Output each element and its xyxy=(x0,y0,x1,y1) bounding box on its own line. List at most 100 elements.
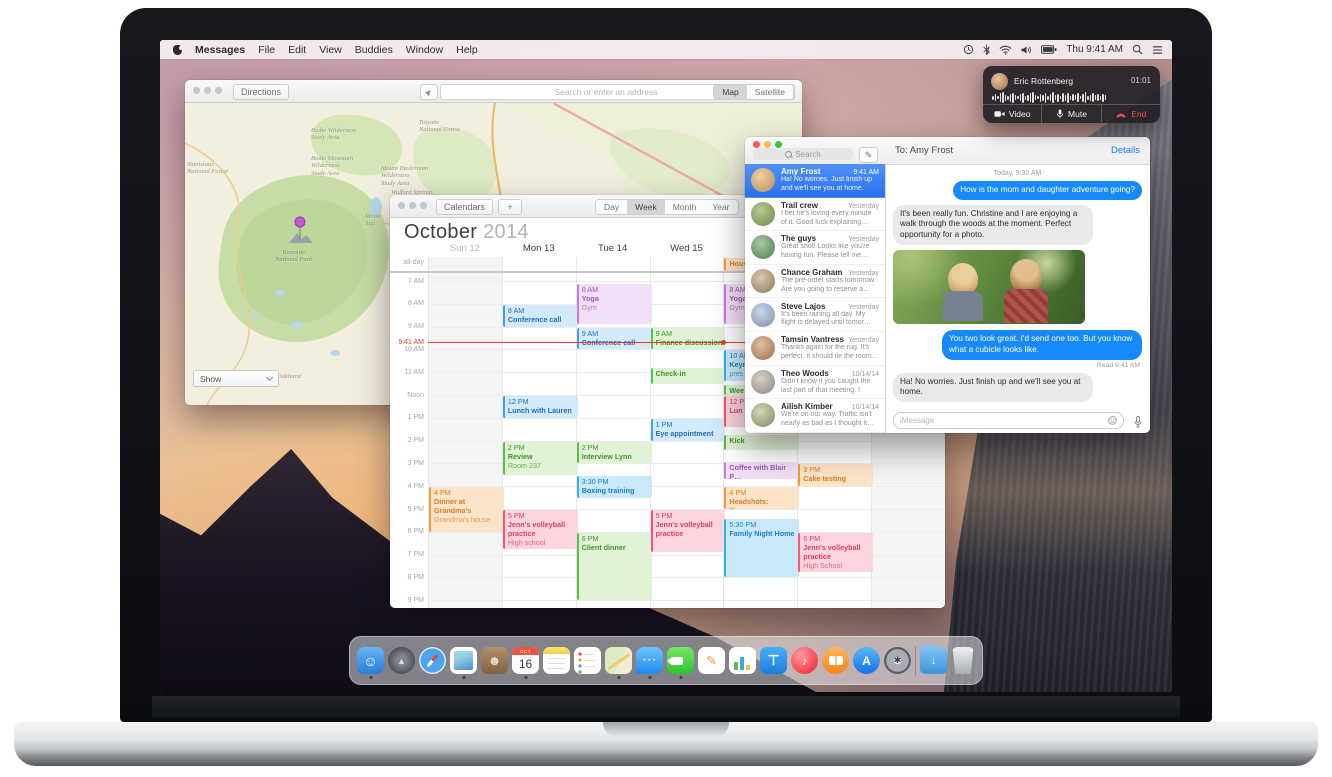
dock-icon-safari[interactable] xyxy=(419,647,446,674)
recipient-field[interactable]: To: Amy Frost xyxy=(895,145,953,156)
notification-center-icon[interactable] xyxy=(1152,45,1163,55)
calendar-event[interactable]: 9 AMConference call xyxy=(577,328,652,350)
imessage-input[interactable]: iMessage xyxy=(893,412,1124,429)
zoom-icon[interactable] xyxy=(775,141,782,148)
add-event-button[interactable]: + xyxy=(498,199,522,215)
close-icon[interactable] xyxy=(398,202,405,209)
microphone-icon[interactable] xyxy=(1134,416,1142,428)
minimize-icon[interactable] xyxy=(764,141,771,148)
calendars-button[interactable]: Calendars xyxy=(436,199,493,215)
dock-icon-launchpad[interactable] xyxy=(388,647,415,674)
calendar-event[interactable]: Kick xyxy=(724,435,799,450)
bluetooth-icon[interactable] xyxy=(983,44,990,55)
dock-icon-pages[interactable] xyxy=(698,647,725,674)
map-satellite-toggle[interactable]: Map Satellite xyxy=(713,84,794,100)
directions-button[interactable]: Directions xyxy=(233,84,289,100)
conversation-row[interactable]: Amy Frost9:41 AMHa! No worries. Just fin… xyxy=(745,164,885,198)
minimize-icon[interactable] xyxy=(409,202,416,209)
app-menu-title[interactable]: Messages xyxy=(195,44,245,56)
calendar-event[interactable]: 3 PMCake testing xyxy=(798,464,873,486)
search-input[interactable]: Search xyxy=(753,148,853,160)
wifi-icon[interactable] xyxy=(999,45,1012,55)
close-icon[interactable] xyxy=(753,141,760,148)
close-icon[interactable] xyxy=(193,87,200,94)
calendar-event[interactable]: 5 PMJenn's volleyball practice xyxy=(651,510,726,552)
view-tab-month[interactable]: Month xyxy=(665,200,705,214)
dock-icon-contacts[interactable] xyxy=(481,647,508,674)
calendar-event[interactable]: 3:30 PMBoxing training xyxy=(577,476,652,498)
mute-button[interactable]: Mute xyxy=(1042,105,1101,123)
dock-icon-numbers[interactable] xyxy=(729,647,756,674)
calendar-event[interactable]: 6 PMJenn's volleyball practiceHigh Schoo… xyxy=(798,533,873,572)
maps-titlebar[interactable]: Directions ▶ Search or enter an address … xyxy=(185,80,802,103)
calendar-event[interactable]: 5:30 PMFamily Night Home xyxy=(724,519,799,577)
calendar-event[interactable]: 4 PMDinner at Grandma'sGrandma's house xyxy=(429,487,504,532)
menu-clock[interactable]: Thu 9:41 AM xyxy=(1066,44,1123,55)
menu-item-help[interactable]: Help xyxy=(456,44,478,56)
map-tab[interactable]: Map xyxy=(714,85,747,99)
dock[interactable] xyxy=(349,636,983,685)
conversation-row[interactable]: Ailish Kimber10/14/14We're on our way. T… xyxy=(745,399,885,433)
dock-icon-itunes[interactable] xyxy=(791,647,818,674)
dock-icon-finder[interactable] xyxy=(357,647,384,674)
compose-button[interactable]: ✎ xyxy=(859,147,878,163)
view-tab-week[interactable]: Week xyxy=(627,200,665,214)
menu-item-view[interactable]: View xyxy=(319,44,342,56)
dock-icon-trash[interactable] xyxy=(951,647,975,674)
dock-icon-maps[interactable] xyxy=(605,647,632,674)
menu-item-file[interactable]: File xyxy=(258,44,275,56)
show-dropdown[interactable]: Show xyxy=(193,370,279,387)
battery-icon[interactable] xyxy=(1041,45,1057,54)
satellite-tab[interactable]: Satellite xyxy=(747,85,793,99)
video-button[interactable]: Video xyxy=(983,105,1042,123)
conversation-row[interactable]: Tamsin VantressYesterdayThanks again for… xyxy=(745,332,885,366)
dock-icon-sysprefs[interactable] xyxy=(884,647,911,674)
conversation-row[interactable]: Theo Woods10/14/14Didn't know if you cau… xyxy=(745,366,885,400)
menu-item-buddies[interactable]: Buddies xyxy=(355,44,393,56)
messages-titlebar[interactable]: Search ✎ To: Amy Frost Details xyxy=(745,137,1150,165)
conversation-list[interactable]: Amy Frost9:41 AMHa! No worries. Just fin… xyxy=(745,164,886,433)
dock-icon-keynote[interactable] xyxy=(760,647,787,674)
conversation-row[interactable]: Trail crewYesterdayI bet he's loving eve… xyxy=(745,198,885,232)
dock-icon-facetime[interactable] xyxy=(667,647,694,674)
calendar-event[interactable]: 2 PMInterview Lynn xyxy=(577,442,652,464)
view-tab-year[interactable]: Year xyxy=(704,200,737,214)
end-call-button[interactable]: End xyxy=(1102,105,1160,123)
calendar-view-switcher[interactable]: DayWeekMonthYear xyxy=(595,199,739,215)
messages-window[interactable]: Search ✎ To: Amy Frost Details Amy Frost… xyxy=(745,137,1150,433)
dock-icon-mail[interactable] xyxy=(450,647,477,674)
calendar-event[interactable]: Check-in xyxy=(651,368,726,384)
view-tab-day[interactable]: Day xyxy=(596,200,627,214)
menu-item-window[interactable]: Window xyxy=(406,44,443,56)
calendar-event[interactable]: 12 PMLunch with Lauren xyxy=(503,396,578,418)
zoom-icon[interactable] xyxy=(215,87,222,94)
conversation-row[interactable]: Chance GrahamYesterdayThe pre-order star… xyxy=(745,265,885,299)
calendar-event[interactable]: 4 PMHeadshots:The ga… xyxy=(724,487,799,509)
conversation-row[interactable]: Steve LajosYesterdayIt's been raining al… xyxy=(745,298,885,332)
volume-icon[interactable] xyxy=(1021,45,1032,55)
calendar-event[interactable]: Coffee with Blair P… xyxy=(724,462,799,479)
dock-icon-calendar[interactable] xyxy=(512,647,539,674)
time-machine-icon[interactable] xyxy=(963,44,974,55)
dock-icon-appstore[interactable] xyxy=(853,647,880,674)
dock-icon-notes[interactable] xyxy=(543,647,570,674)
calendar-event[interactable]: 2 PMReviewRoom 237 xyxy=(503,442,578,475)
calendar-event[interactable]: 5 PMJenn's volleyball practiceHigh schoo… xyxy=(503,510,578,549)
dock-icon-messages[interactable] xyxy=(636,647,663,674)
calendar-event[interactable]: 6 PMClient dinner xyxy=(577,533,652,600)
dock-icon-ibooks[interactable] xyxy=(822,647,849,674)
menu-item-edit[interactable]: Edit xyxy=(288,44,306,56)
dock-icon-reminders[interactable] xyxy=(574,647,601,674)
conversation-row[interactable]: The guysYesterdayGreat shot! Looks like … xyxy=(745,231,885,265)
calendar-event[interactable]: 8 AMConference call xyxy=(503,305,578,327)
calendar-event[interactable]: 1 PMEye appointment xyxy=(651,419,726,441)
apple-menu-icon[interactable] xyxy=(173,45,182,55)
calendar-event[interactable]: 9 AMFinance discussion xyxy=(651,328,726,350)
spotlight-icon[interactable] xyxy=(1132,44,1143,55)
dock-icon-downloads[interactable] xyxy=(920,647,947,674)
facetime-call-panel[interactable]: Eric Rottenberg 01:01 Video Mute xyxy=(983,66,1160,123)
minimize-icon[interactable] xyxy=(204,87,211,94)
details-link[interactable]: Details xyxy=(1111,145,1140,156)
current-location-button[interactable]: ▶ xyxy=(420,84,438,100)
photo-attachment[interactable] xyxy=(893,250,1085,325)
